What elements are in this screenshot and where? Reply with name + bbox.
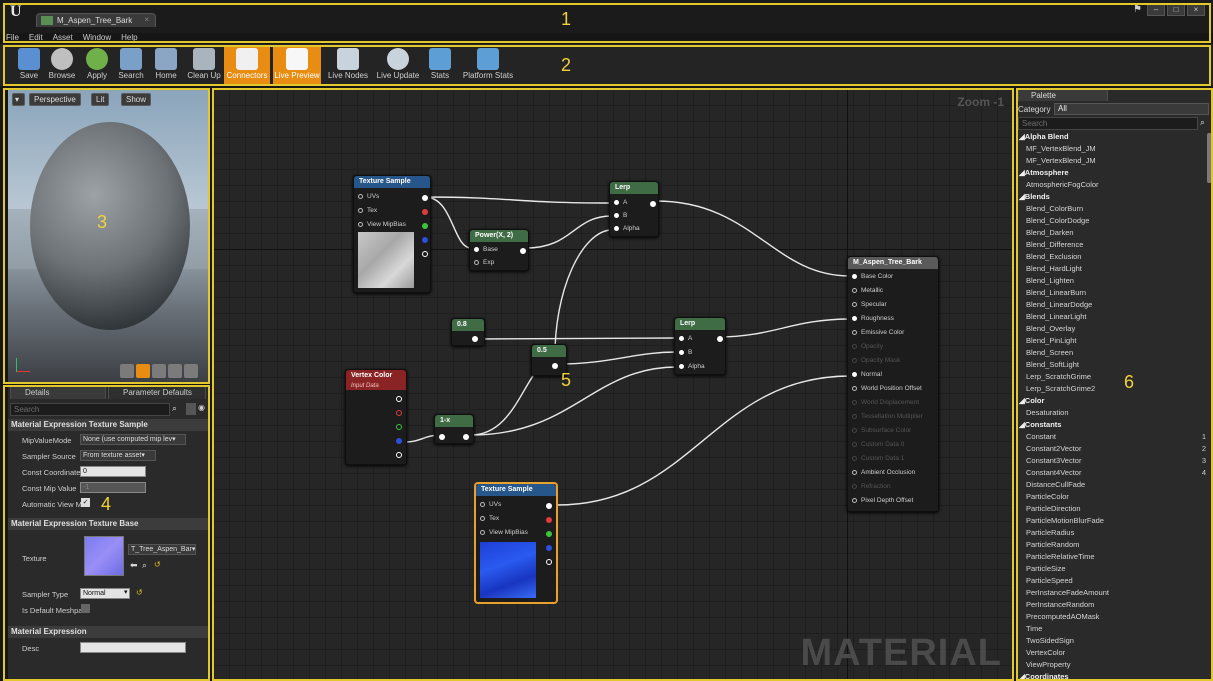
region-6-highlight — [1016, 88, 1213, 681]
region-3-number: 3 — [97, 212, 108, 232]
region-3-highlight — [3, 88, 210, 384]
region-1-highlight — [3, 3, 1211, 43]
region-6-number: 6 — [1124, 372, 1135, 392]
region-5-highlight — [212, 88, 1014, 681]
region-5-number: 5 — [561, 370, 572, 390]
region-4-number: 4 — [101, 494, 112, 514]
region-2-highlight — [3, 45, 1211, 86]
region-4-highlight — [3, 385, 210, 681]
region-1-number: 1 — [561, 9, 572, 29]
region-2-number: 2 — [561, 55, 572, 75]
